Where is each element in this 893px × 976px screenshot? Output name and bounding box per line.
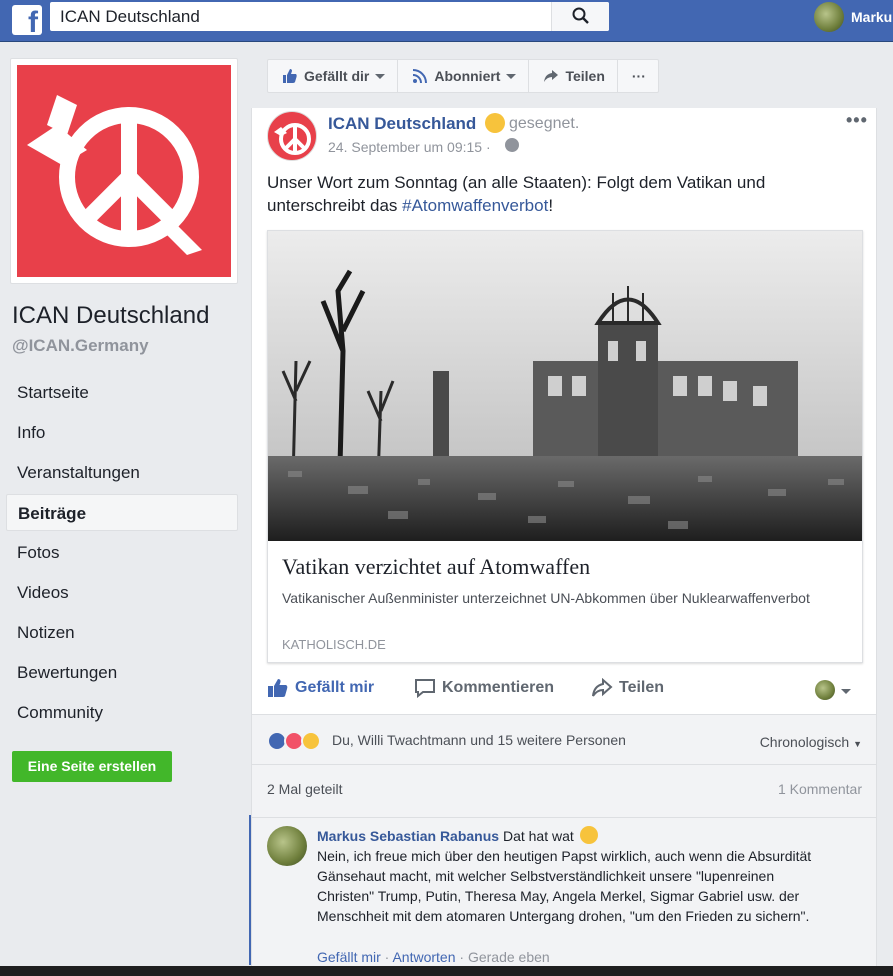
- nav-item-startseite[interactable]: Startseite: [6, 374, 238, 411]
- post-comment-button[interactable]: Kommentieren: [414, 678, 554, 698]
- search-box[interactable]: ICAN Deutschland: [50, 2, 609, 31]
- comments-count[interactable]: 1 Kommentar: [778, 781, 862, 797]
- search-input[interactable]: ICAN Deutschland: [60, 7, 200, 27]
- create-page-button[interactable]: Eine Seite erstellen: [12, 751, 172, 782]
- comment-reply-link[interactable]: Antworten: [392, 949, 455, 965]
- page-nav: Startseite Info Veranstaltungen Beiträge…: [6, 374, 238, 734]
- post-card: ICAN Deutschland gesegnet. 24. September…: [251, 108, 877, 976]
- comment-time[interactable]: Gerade eben: [468, 949, 550, 965]
- comment-author-link[interactable]: Markus Sebastian Rabanus: [317, 828, 499, 844]
- user-name-link[interactable]: Marku: [851, 9, 892, 25]
- chevron-down-icon: [375, 73, 386, 79]
- chevron-down-icon[interactable]: [841, 689, 851, 694]
- share-arrow-icon: [544, 70, 559, 82]
- post-text-end: !: [548, 196, 554, 215]
- comment-text: Nein, ich freue mich über den heutigen P…: [317, 848, 812, 924]
- comment-highlight-bar: [249, 815, 251, 965]
- post-as-avatar[interactable]: [815, 680, 835, 700]
- nav-item-notizen[interactable]: Notizen: [6, 614, 238, 651]
- shares-row: 2 Mal geteilt 1 Kommentar: [252, 764, 876, 817]
- nav-item-beitraege[interactable]: Beiträge: [6, 494, 238, 531]
- hiroshima-dome-image[interactable]: [268, 231, 862, 541]
- chevron-down-icon: ▼: [853, 739, 862, 749]
- nav-item-videos[interactable]: Videos: [6, 574, 238, 611]
- comment-first-line: Dat hat wat: [502, 828, 574, 844]
- ican-logo-icon: [274, 123, 311, 155]
- page-action-bar: Gefällt dir Abonniert Teilen ···: [267, 59, 659, 93]
- hashtag-link[interactable]: #Atomwaffenverbot: [402, 196, 548, 215]
- page-follow-button[interactable]: Abonniert: [398, 60, 530, 92]
- page-profile-picture[interactable]: [10, 58, 238, 284]
- post-timestamp[interactable]: 24. September um 09:15 ·: [328, 139, 491, 155]
- post-actions-bar: Gefällt mir Kommentieren Teilen: [267, 674, 863, 704]
- nav-item-info[interactable]: Info: [6, 414, 238, 451]
- page-more-button[interactable]: ···: [618, 60, 658, 92]
- post-author-avatar[interactable]: [267, 111, 317, 161]
- share-arrow-icon: [592, 678, 613, 697]
- page-share-label: Teilen: [565, 68, 605, 84]
- comment-body: Markus Sebastian Rabanus Dat hat wat Nei…: [317, 826, 827, 926]
- nav-item-veranstaltungen[interactable]: Veranstaltungen: [6, 454, 238, 491]
- nav-item-bewertungen[interactable]: Bewertungen: [6, 654, 238, 691]
- comment-section: Markus Sebastian Rabanus Dat hat wat Nei…: [252, 817, 876, 976]
- comment-avatar[interactable]: [267, 826, 307, 866]
- page-share-button[interactable]: Teilen: [529, 60, 618, 92]
- link-domain: KATHOLISCH.DE: [282, 637, 386, 652]
- reaction-icons[interactable]: [267, 731, 321, 751]
- comment-bubble-icon: [415, 679, 435, 698]
- top-bar: f ICAN Deutschland Marku: [0, 0, 893, 42]
- post-comment-label: Kommentieren: [442, 679, 555, 696]
- rss-follow-icon: [413, 69, 428, 84]
- post-options-icon[interactable]: •••: [846, 110, 868, 131]
- wow-reaction-icon: [301, 731, 321, 751]
- thumbs-up-icon: [268, 679, 288, 697]
- post-share-button[interactable]: Teilen: [591, 678, 664, 698]
- search-button[interactable]: [551, 2, 609, 31]
- os-taskbar: [0, 966, 893, 976]
- link-description: Vatikanischer Außenminister unterzeichne…: [282, 590, 810, 606]
- comment-sort-label: Chronologisch: [759, 734, 850, 750]
- blessed-emoji-icon: [485, 113, 505, 133]
- page-follow-label: Abonniert: [434, 68, 501, 84]
- nav-item-community[interactable]: Community: [6, 694, 238, 731]
- post-text: Unser Wort zum Sonntag (an alle Staaten)…: [267, 171, 827, 217]
- reactions-summary[interactable]: Du, Willi Twachtmann und 15 weitere Pers…: [332, 732, 626, 748]
- page-name: ICAN Deutschland: [12, 302, 210, 329]
- reactions-row: Du, Willi Twachtmann und 15 weitere Pers…: [252, 714, 876, 764]
- post-like-button[interactable]: Gefällt mir: [267, 678, 374, 698]
- comment-like-link[interactable]: Gefällt mir: [317, 949, 381, 965]
- globe-icon: [505, 138, 519, 152]
- nav-item-fotos[interactable]: Fotos: [6, 534, 238, 571]
- ican-logo-icon: [27, 95, 202, 255]
- shares-count[interactable]: 2 Mal geteilt: [267, 781, 342, 797]
- more-icon: ···: [631, 68, 646, 84]
- page-like-label: Gefällt dir: [304, 68, 370, 84]
- post-feeling: gesegnet.: [509, 115, 580, 132]
- page-like-button[interactable]: Gefällt dir: [268, 60, 399, 92]
- comment-meta: Gefällt mir · Antworten · Gerade eben: [317, 949, 550, 965]
- thumbs-up-icon: [283, 69, 297, 83]
- post-like-label: Gefällt mir: [295, 679, 375, 696]
- smiley-emoji-icon: [579, 826, 598, 844]
- post-author-link[interactable]: ICAN Deutschland: [328, 114, 476, 134]
- post-share-label: Teilen: [619, 679, 665, 696]
- comment-sort-dropdown[interactable]: Chronologisch ▼: [760, 734, 862, 750]
- user-avatar[interactable]: [814, 2, 844, 32]
- link-preview-card[interactable]: Vatikan verzichtet auf Atomwaffen Vatika…: [267, 230, 863, 663]
- chevron-down-icon: [506, 73, 517, 79]
- link-title[interactable]: Vatikan verzichtet auf Atomwaffen: [282, 554, 590, 580]
- page-handle[interactable]: @ICAN.Germany: [12, 336, 149, 356]
- search-icon: [572, 7, 589, 24]
- facebook-logo-icon[interactable]: f: [12, 5, 42, 38]
